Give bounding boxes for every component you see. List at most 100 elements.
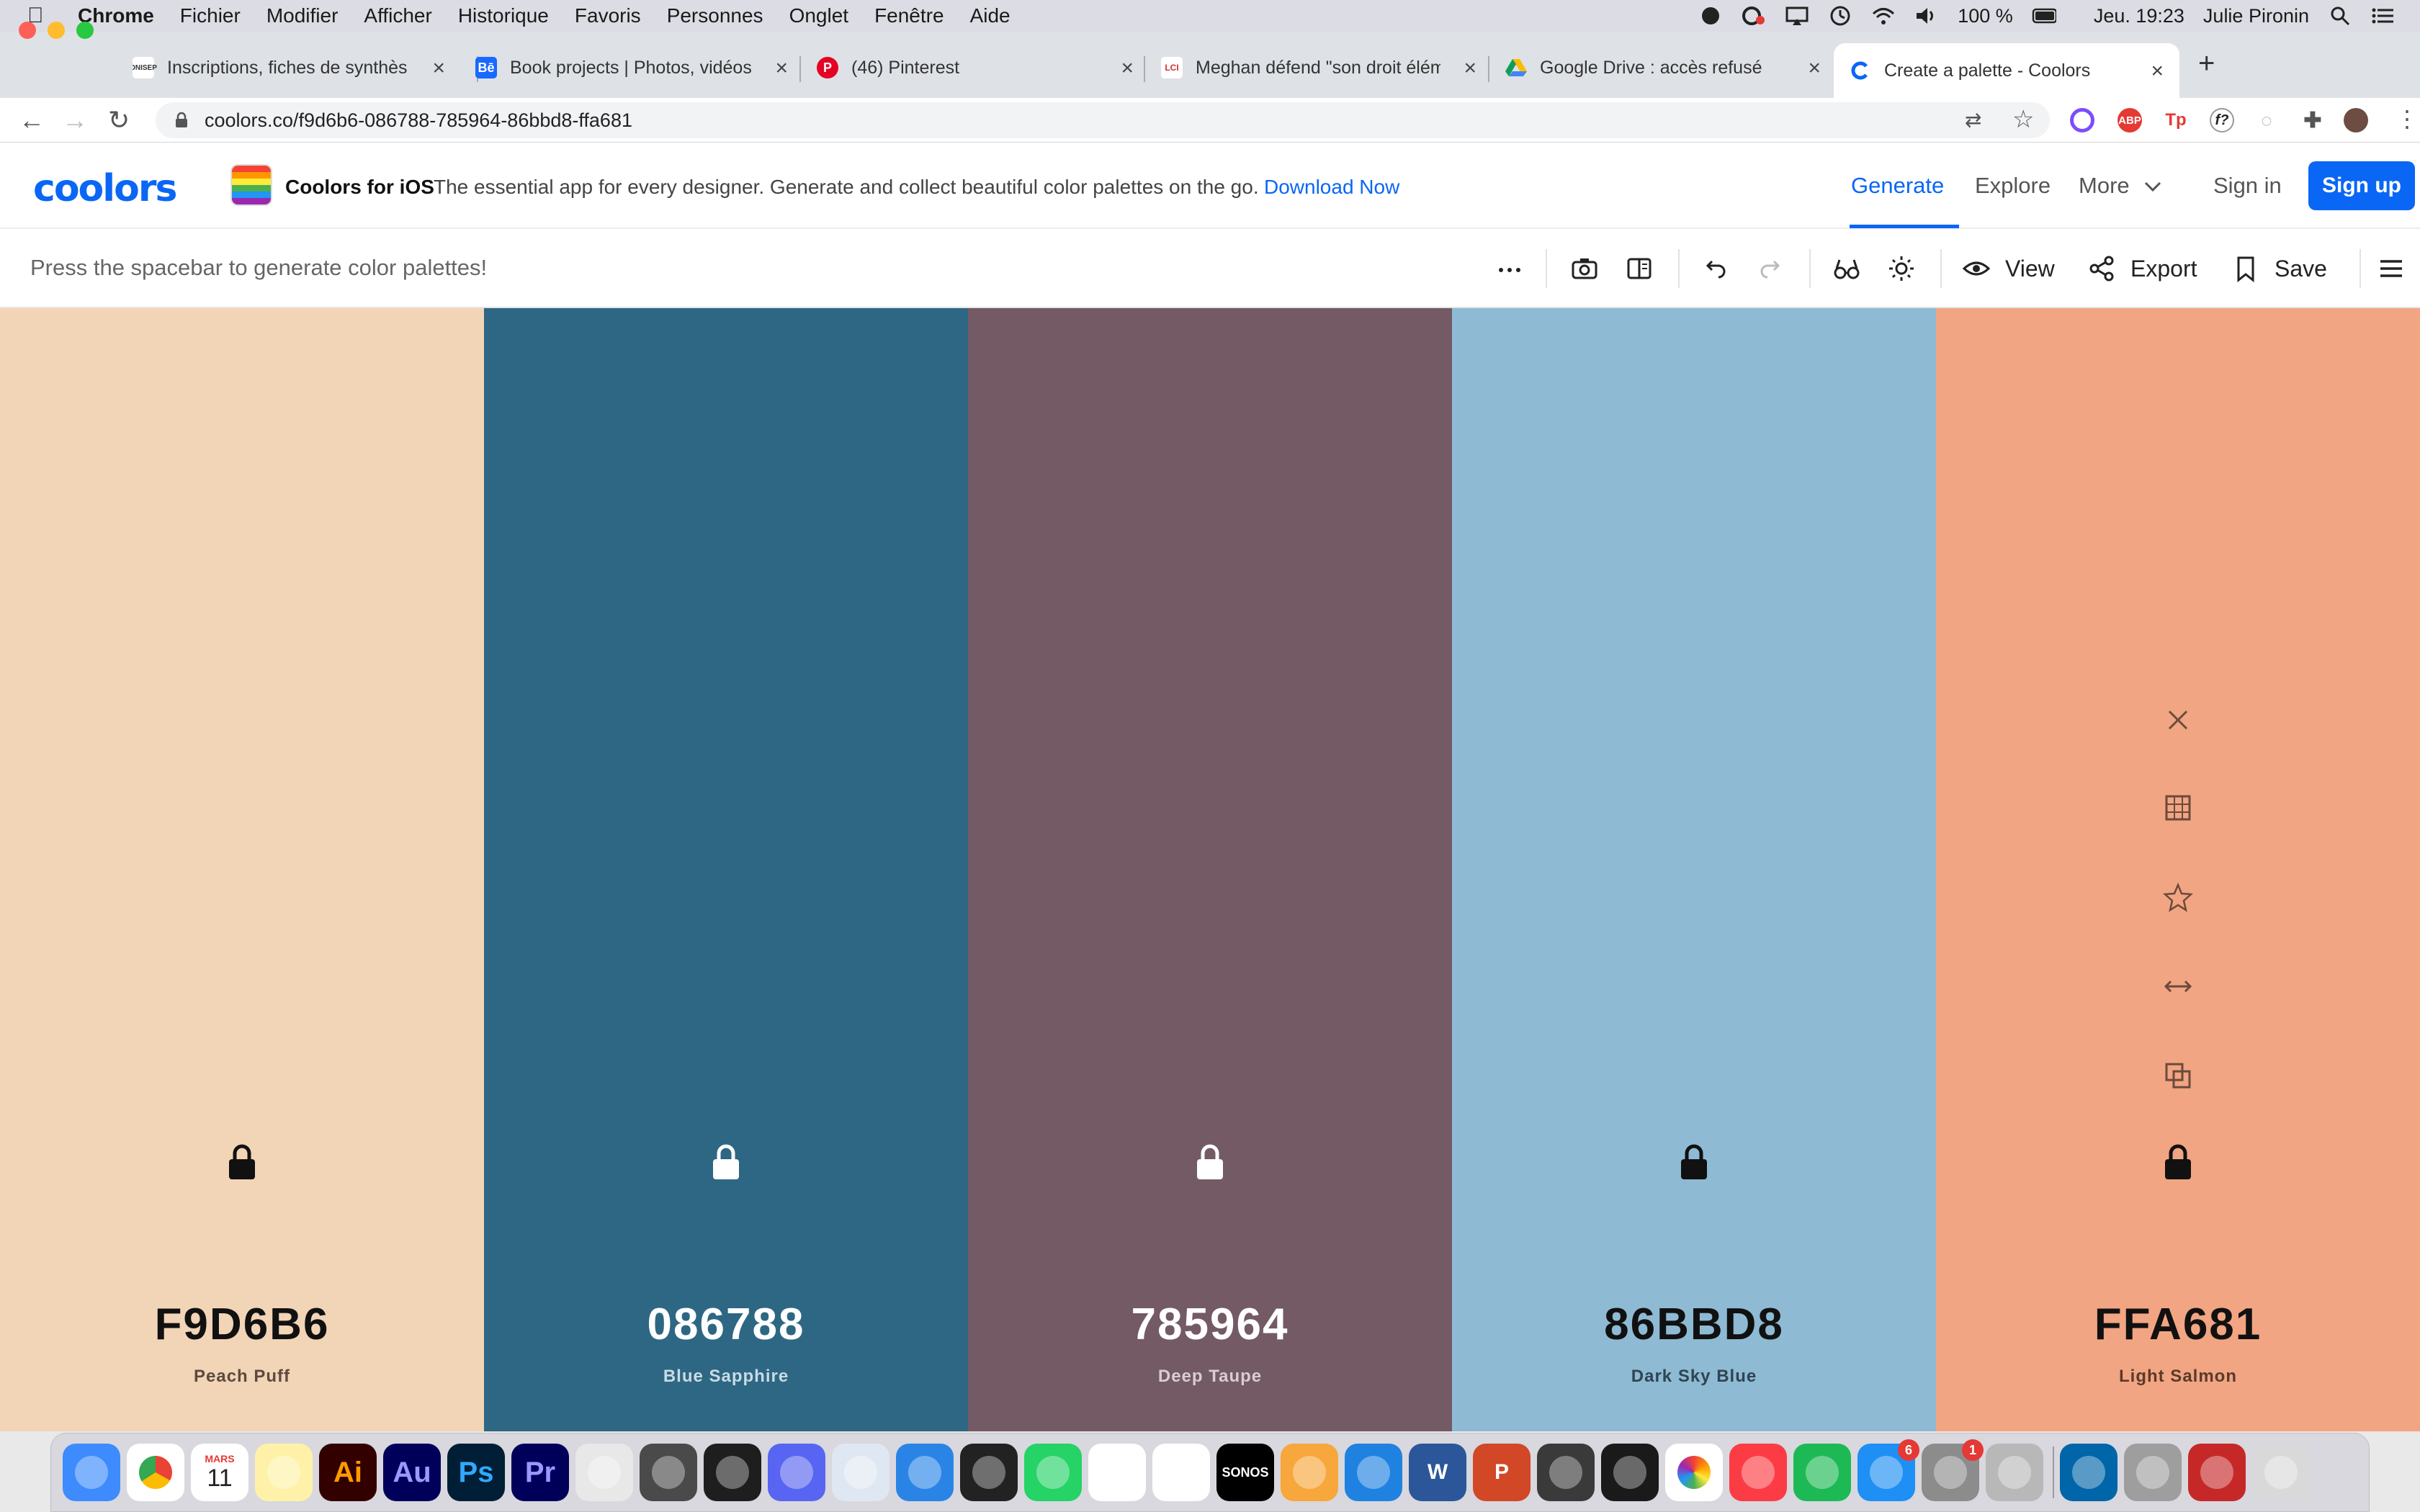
- acrobat-icon[interactable]: [1601, 1444, 1659, 1501]
- reload-icon[interactable]: ↻: [108, 105, 130, 135]
- battery-icon[interactable]: [2032, 5, 2056, 27]
- undo-icon[interactable]: [1701, 251, 1730, 287]
- control-center-icon[interactable]: [2371, 5, 2396, 27]
- hex-code[interactable]: F9D6B6: [0, 1299, 484, 1350]
- translate-icon[interactable]: ⇄: [1965, 108, 1981, 132]
- tp-extension-icon[interactable]: Tp: [2164, 108, 2188, 132]
- tab-onisep[interactable]: ONISEP Inscriptions, fiches de synthès ×: [133, 48, 445, 88]
- bookmark-star-icon[interactable]: ☆: [2012, 105, 2034, 134]
- remove-color-icon[interactable]: [2162, 704, 2194, 736]
- tab-lci[interactable]: LCI Meghan défend "son droit élém ×: [1161, 48, 1476, 88]
- printer-icon[interactable]: [1537, 1444, 1595, 1501]
- download-now-link[interactable]: Download Now: [1264, 176, 1399, 199]
- terminal-icon[interactable]: [960, 1444, 1018, 1501]
- nav-more[interactable]: More: [2079, 173, 2130, 199]
- tab-google-drive[interactable]: Google Drive : accès refusé ×: [1505, 48, 1821, 88]
- word-icon[interactable]: W: [1409, 1444, 1466, 1501]
- tab-behance[interactable]: Bē Book projects | Photos, vidéos ×: [475, 48, 788, 88]
- clock[interactable]: Jeu. 19:23: [2094, 5, 2184, 27]
- split-view-icon[interactable]: [1625, 251, 1654, 287]
- virtualbox-icon[interactable]: [832, 1444, 889, 1501]
- discord-icon[interactable]: [768, 1444, 825, 1501]
- menu-afficher[interactable]: Afficher: [364, 4, 431, 27]
- back-arrow-icon[interactable]: ←: [19, 105, 45, 135]
- photoshop-icon[interactable]: Ps: [447, 1444, 505, 1501]
- profile-avatar[interactable]: [2344, 108, 2368, 132]
- creative-cloud-icon[interactable]: [1742, 5, 1766, 27]
- sonos-icon[interactable]: SONOS: [1216, 1444, 1274, 1501]
- menu-favoris[interactable]: Favoris: [575, 4, 641, 27]
- volume-icon[interactable]: [1914, 5, 1939, 27]
- chrome-icon[interactable]: [127, 1444, 184, 1501]
- export-button[interactable]: Export: [2087, 251, 2197, 287]
- extensions-puzzle-icon[interactable]: ✚: [2300, 108, 2325, 132]
- favorite-star-icon[interactable]: [2162, 881, 2194, 913]
- powerpoint-icon[interactable]: P: [1473, 1444, 1531, 1501]
- window-zoom-button[interactable]: [76, 22, 94, 39]
- messenger-icon[interactable]: [1088, 1444, 1146, 1501]
- window-close-button[interactable]: [19, 22, 36, 39]
- lock-icon[interactable]: [710, 1143, 742, 1181]
- menu-fichier[interactable]: Fichier: [180, 4, 241, 27]
- font-identifier-icon[interactable]: f?: [2210, 108, 2234, 132]
- calendar-icon[interactable]: MARS 11: [191, 1444, 248, 1501]
- lock-icon[interactable]: [226, 1143, 258, 1181]
- coolors-logo[interactable]: coolors: [33, 167, 177, 210]
- menu-historique[interactable]: Historique: [458, 4, 549, 27]
- menu-fenetre[interactable]: Fenêtre: [874, 4, 944, 27]
- wifi-icon[interactable]: [1871, 5, 1896, 27]
- hex-code[interactable]: 785964: [968, 1299, 1452, 1350]
- photo-booth-icon[interactable]: [2188, 1444, 2246, 1501]
- photos-icon[interactable]: [1665, 1444, 1723, 1501]
- menu-personnes[interactable]: Personnes: [667, 4, 763, 27]
- tab-coolors-active[interactable]: Create a palette - Coolors ×: [1834, 43, 2179, 98]
- tab-pinterest[interactable]: P (46) Pinterest ×: [817, 48, 1134, 88]
- tab-close-icon[interactable]: ×: [2151, 59, 2164, 84]
- drag-icon[interactable]: [2162, 971, 2194, 1002]
- color-swatch-4[interactable]: 86BBD8 Dark Sky Blue: [1452, 308, 1936, 1431]
- color-blindness-glasses-icon[interactable]: [1832, 251, 1861, 287]
- tab-close-icon[interactable]: ×: [1121, 56, 1134, 81]
- spotify-icon[interactable]: [1793, 1444, 1851, 1501]
- vscode-icon[interactable]: [2060, 1444, 2118, 1501]
- extension-ring-icon[interactable]: [2070, 108, 2094, 132]
- pages-icon[interactable]: [1281, 1444, 1338, 1501]
- camera-icon[interactable]: [1570, 251, 1599, 287]
- audition-icon[interactable]: Au: [383, 1444, 441, 1501]
- chrome-menu-icon[interactable]: ⋮: [2396, 105, 2419, 132]
- color-swatch-3[interactable]: 785964 Deep Taupe: [968, 308, 1452, 1431]
- sublime-icon[interactable]: [640, 1444, 697, 1501]
- lock-icon[interactable]: [1678, 1143, 1710, 1181]
- view-shades-icon[interactable]: [2162, 792, 2194, 824]
- whatsapp-icon[interactable]: [1024, 1444, 1082, 1501]
- sign-up-button[interactable]: Sign up: [2308, 161, 2415, 210]
- menu-modifier[interactable]: Modifier: [266, 4, 339, 27]
- tab-close-icon[interactable]: ×: [775, 56, 788, 81]
- trash-icon[interactable]: [2252, 1444, 2310, 1501]
- redo-icon[interactable]: [1756, 251, 1785, 287]
- copy-icon[interactable]: [2162, 1060, 2194, 1092]
- save-button[interactable]: Save: [2231, 251, 2327, 287]
- user-name[interactable]: Julie Pironin: [2203, 5, 2309, 27]
- illustrator-icon[interactable]: Ai: [319, 1444, 377, 1501]
- adblock-plus-icon[interactable]: ABP: [2118, 108, 2142, 132]
- airplay-icon[interactable]: [1785, 5, 1809, 27]
- view-button[interactable]: View: [1962, 251, 2055, 287]
- brightness-icon[interactable]: [1887, 251, 1916, 287]
- spotlight-search-icon[interactable]: [2328, 5, 2352, 27]
- new-tab-button[interactable]: +: [2198, 48, 2215, 80]
- lock-icon[interactable]: [1194, 1143, 1226, 1181]
- window-minimize-button[interactable]: [48, 22, 65, 39]
- music-icon[interactable]: [1729, 1444, 1787, 1501]
- hex-code[interactable]: FFA681: [1936, 1299, 2420, 1350]
- address-bar[interactable]: coolors.co/f9d6b6-086788-785964-86bbd8-f…: [156, 102, 2050, 138]
- menu-onglet[interactable]: Onglet: [789, 4, 849, 27]
- ghost-extension-icon[interactable]: ◌: [2254, 108, 2279, 132]
- lock-icon[interactable]: [2162, 1143, 2194, 1181]
- nav-generate[interactable]: Generate: [1851, 173, 1944, 199]
- safari-icon[interactable]: [896, 1444, 954, 1501]
- more-options-icon[interactable]: [1495, 251, 1524, 287]
- hamburger-menu-icon[interactable]: [2377, 251, 2406, 287]
- tab-close-icon[interactable]: ×: [1808, 56, 1821, 81]
- figma-icon[interactable]: [704, 1444, 761, 1501]
